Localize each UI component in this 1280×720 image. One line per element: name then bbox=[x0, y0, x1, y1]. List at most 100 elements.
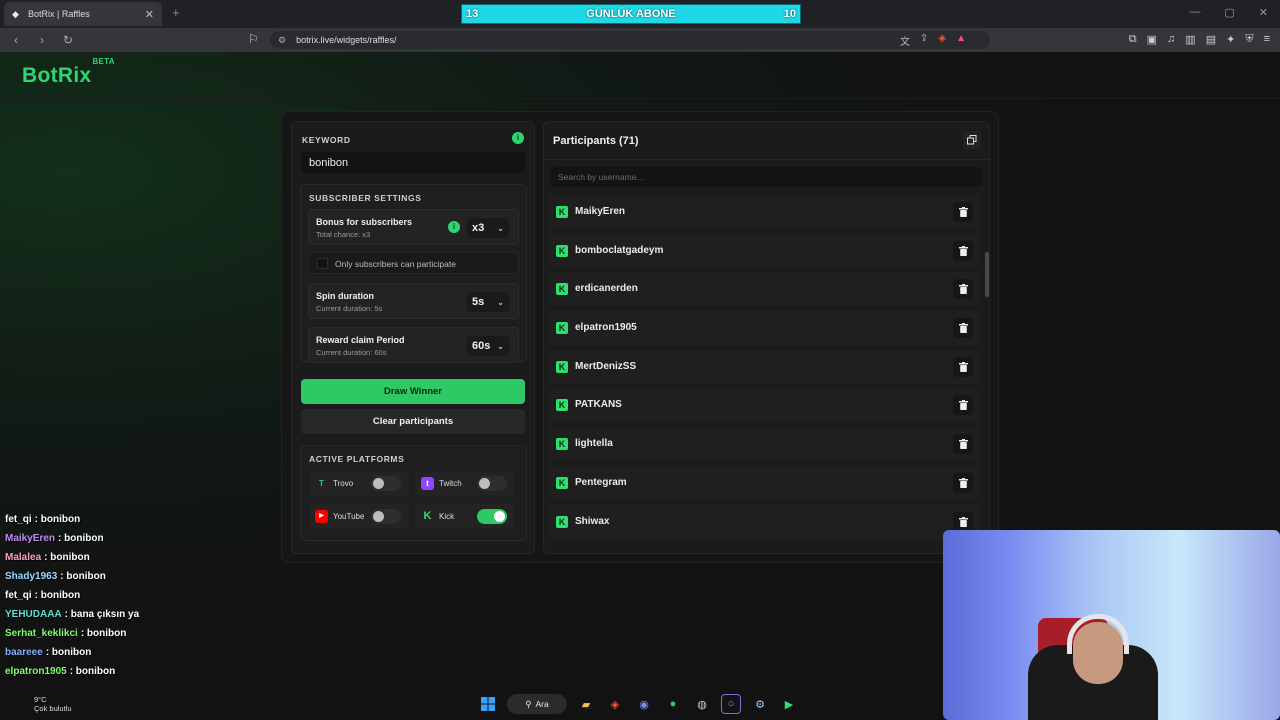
minimize-icon[interactable]: — bbox=[1189, 6, 1200, 19]
chat-overlay: fet_qi: bonibon MaikyEren: bonibon Malalea… bbox=[5, 514, 205, 685]
chat-message: baareee: bonibon bbox=[5, 647, 205, 666]
menu-icon[interactable]: ≡ bbox=[1264, 33, 1270, 46]
tab-title: BotRix | Raffles bbox=[28, 9, 90, 19]
kick-icon: K bbox=[556, 322, 568, 335]
kick-icon: K bbox=[556, 206, 568, 218]
chat-username: YEHUDAAA bbox=[5, 609, 62, 620]
participant-row[interactable]: Kerdicanerden bbox=[548, 272, 980, 307]
chevron-down-icon: ⌄ bbox=[497, 297, 504, 307]
delete-icon[interactable] bbox=[953, 356, 973, 377]
spin-select[interactable]: 5s ⌄ bbox=[467, 292, 509, 312]
kick-icon: K bbox=[556, 515, 568, 528]
keyword-info-icon[interactable]: i bbox=[512, 132, 524, 144]
twitch-app-icon[interactable]: ○ bbox=[721, 694, 741, 714]
webcam-feed bbox=[943, 530, 1280, 720]
wallet-icon[interactable]: ▤ bbox=[1206, 33, 1216, 46]
windows-start-icon[interactable] bbox=[478, 694, 498, 714]
kick-icon: K bbox=[556, 476, 568, 489]
back-icon[interactable]: ‹ bbox=[6, 33, 26, 47]
active-platforms: ACTIVE PLATFORMS T Trovo t Twitch ▶ YouT… bbox=[300, 445, 527, 541]
subscriber-settings: SUBSCRIBER SETTINGS Bonus for subscriber… bbox=[300, 184, 527, 363]
music-icon[interactable]: ♫ bbox=[1167, 33, 1175, 46]
delete-icon[interactable] bbox=[953, 279, 973, 300]
screenshot-icon[interactable]: ▣ bbox=[1147, 33, 1157, 46]
brave-shield-icon[interactable]: ◈ bbox=[938, 33, 946, 48]
reward-select[interactable]: 60s ⌄ bbox=[467, 336, 509, 356]
participant-row[interactable]: K PATKANS bbox=[548, 388, 980, 423]
taskbar-search[interactable]: ⚲ Ara bbox=[507, 694, 567, 714]
logo-text: BotRix bbox=[22, 64, 92, 87]
vpn-icon[interactable]: ⛨ bbox=[1245, 33, 1253, 46]
chat-text: : bonibon bbox=[58, 533, 104, 544]
chat-message: elpatron1905: bonibon bbox=[5, 666, 205, 685]
participant-row[interactable]: K Pentegram bbox=[548, 465, 980, 500]
delete-icon[interactable] bbox=[953, 202, 973, 222]
spotify-icon[interactable]: ● bbox=[663, 694, 683, 714]
participant-row[interactable]: Klightella bbox=[548, 427, 980, 462]
reward-value: 60s bbox=[472, 340, 491, 352]
kick-icon: K bbox=[556, 360, 568, 373]
brave-browser-icon[interactable]: ◈ bbox=[605, 694, 625, 714]
copy-icon[interactable] bbox=[963, 131, 981, 149]
chat-username: Serhat_keklikci bbox=[5, 628, 78, 639]
delete-icon[interactable] bbox=[953, 395, 973, 416]
delete-icon[interactable] bbox=[953, 240, 973, 261]
url-field[interactable]: ⚙ botrix.live/widgets/raffles/ bbox=[270, 31, 990, 49]
botrix-logo[interactable]: BotRixBETA bbox=[22, 57, 115, 88]
participant-search-input[interactable] bbox=[550, 167, 983, 187]
participant-row[interactable]: Kbomboclatgadeym bbox=[548, 233, 980, 268]
delete-icon[interactable] bbox=[953, 472, 973, 493]
extensions-icon[interactable]: ⧉ bbox=[1129, 33, 1137, 46]
youtube-toggle[interactable] bbox=[371, 509, 401, 524]
new-tab-button[interactable]: + bbox=[172, 5, 180, 20]
chat-text: : bonibon bbox=[80, 628, 127, 639]
participants-scrollbar[interactable] bbox=[985, 252, 989, 297]
weather-widget[interactable]: 9°C Çok bulutlu bbox=[14, 695, 72, 713]
file-explorer-icon[interactable]: ▰ bbox=[576, 694, 596, 714]
site-settings-icon[interactable]: ⚙ bbox=[278, 35, 286, 46]
kick-toggle[interactable] bbox=[477, 509, 507, 524]
maximize-icon[interactable]: ▢ bbox=[1224, 6, 1234, 19]
obs-icon[interactable]: ◍ bbox=[692, 694, 712, 714]
tab-close-icon[interactable]: ✕ bbox=[145, 8, 154, 21]
twitch-icon: t bbox=[421, 477, 434, 490]
participant-row[interactable]: K MaikyEren bbox=[548, 195, 980, 229]
delete-icon[interactable] bbox=[953, 511, 973, 532]
close-window-icon[interactable]: ✕ bbox=[1259, 6, 1268, 19]
url-text: botrix.live/widgets/raffles/ bbox=[296, 35, 397, 45]
share-icon[interactable]: ⇪ bbox=[920, 33, 928, 48]
reload-icon[interactable]: ↻ bbox=[58, 33, 78, 47]
translate-icon[interactable]: 文 bbox=[900, 33, 910, 48]
only-subscribers-checkbox[interactable] bbox=[317, 258, 328, 269]
clear-participants-button[interactable]: Clear participants bbox=[301, 409, 525, 434]
keyword-input[interactable] bbox=[301, 152, 525, 173]
chat-message: fet_qi: bonibon bbox=[5, 590, 205, 609]
forward-icon[interactable]: › bbox=[32, 33, 52, 47]
participant-row[interactable]: K Shiwax bbox=[548, 504, 980, 539]
sidebar-icon[interactable]: ▥ bbox=[1185, 33, 1195, 46]
browser-tab[interactable]: ◆ BotRix | Raffles ✕ bbox=[4, 2, 162, 26]
delete-icon[interactable] bbox=[953, 434, 973, 455]
bonus-info-icon[interactable]: i bbox=[448, 221, 460, 233]
bonus-select[interactable]: x3 ⌄ bbox=[467, 218, 509, 238]
participant-name: Shiwax bbox=[575, 515, 610, 527]
kick-icon: K bbox=[556, 244, 568, 257]
participant-row[interactable]: Kelpatron1905 bbox=[548, 311, 980, 346]
browser-tab-bar: ◆ BotRix | Raffles ✕ + 13 GÜNLÜK ABONE 1… bbox=[0, 0, 1280, 28]
steam-icon[interactable]: ⚙ bbox=[750, 694, 770, 714]
brave-rewards-icon[interactable]: ▲ bbox=[956, 33, 966, 48]
delete-icon[interactable] bbox=[953, 318, 973, 339]
chat-message: fet_qi: bonibon bbox=[5, 514, 205, 533]
only-subscribers-row[interactable]: Only subscribers can participate bbox=[308, 252, 519, 274]
discord-icon[interactable]: ◉ bbox=[634, 694, 654, 714]
chat-message: MaikyEren: bonibon bbox=[5, 533, 205, 552]
kick-app-icon[interactable]: ▶ bbox=[779, 694, 799, 714]
participant-name: MertDenizSS bbox=[575, 360, 637, 372]
draw-winner-button[interactable]: Draw Winner bbox=[301, 379, 525, 404]
twitch-toggle[interactable] bbox=[477, 476, 507, 491]
bookmark-icon[interactable]: ⚐ bbox=[248, 32, 259, 46]
participant-row[interactable]: K MertDenizSS bbox=[548, 349, 980, 384]
leo-ai-icon[interactable]: ✦ bbox=[1226, 33, 1235, 46]
chat-message: Serhat_keklikci: bonibon bbox=[5, 628, 205, 647]
trovo-toggle[interactable] bbox=[371, 476, 401, 491]
